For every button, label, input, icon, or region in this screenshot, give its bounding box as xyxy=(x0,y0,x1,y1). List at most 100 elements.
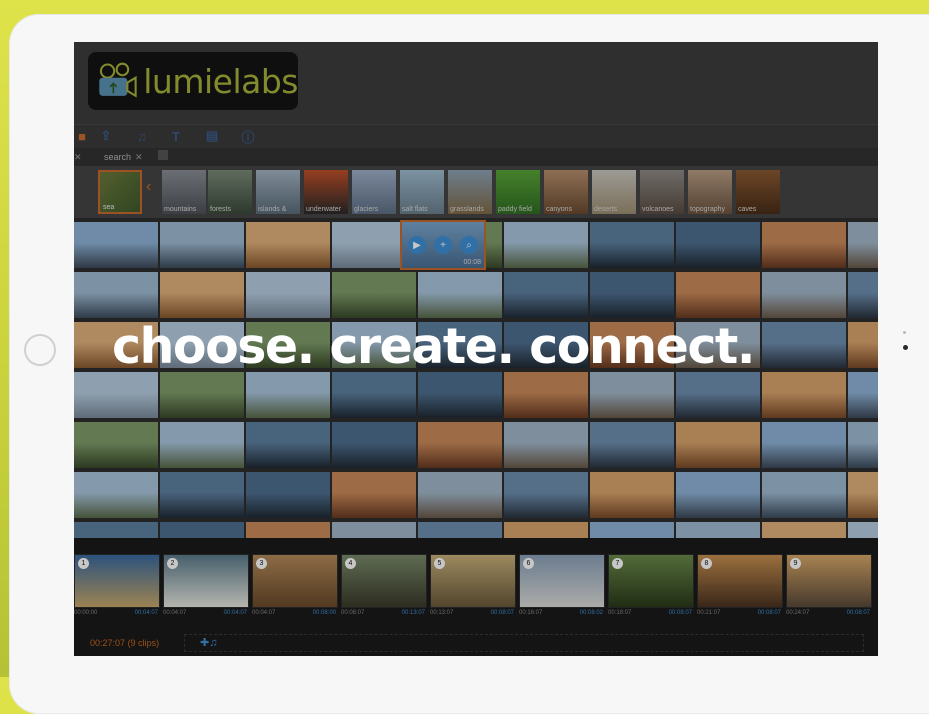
hovered-clip-card[interactable]: ▶ + ⌕ 00:08 xyxy=(400,220,486,270)
timeline-clip[interactable]: 6 xyxy=(519,554,605,608)
category-caves[interactable]: caves xyxy=(736,170,780,214)
media-thumbnail[interactable] xyxy=(160,372,244,418)
media-thumbnail[interactable] xyxy=(418,422,502,468)
media-thumbnail[interactable] xyxy=(848,322,878,368)
media-thumbnail[interactable] xyxy=(762,422,846,468)
new-tab-icon[interactable] xyxy=(158,150,168,160)
media-thumbnail[interactable] xyxy=(762,372,846,418)
document-icon[interactable]: ▤ xyxy=(204,128,220,144)
media-thumbnail[interactable] xyxy=(504,222,588,268)
category-islands[interactable]: islands & xyxy=(256,170,300,214)
menu-icon[interactable]: ■ xyxy=(74,128,90,144)
media-thumbnail[interactable] xyxy=(762,472,846,518)
media-thumbnail[interactable] xyxy=(160,272,244,318)
media-thumbnail[interactable] xyxy=(74,222,158,268)
tab-previous[interactable]: ✕ xyxy=(74,150,82,164)
category-glaciers[interactable]: glaciers xyxy=(352,170,396,214)
category-salt-flats[interactable]: salt flats xyxy=(400,170,444,214)
timeline-clip[interactable]: 8 xyxy=(697,554,783,608)
media-thumbnail[interactable] xyxy=(676,272,760,318)
media-thumbnail[interactable] xyxy=(848,522,878,538)
timeline-clip[interactable]: 5 xyxy=(430,554,516,608)
category-mountains[interactable]: mountains xyxy=(162,170,206,214)
media-thumbnail[interactable] xyxy=(74,522,158,538)
media-thumbnail[interactable] xyxy=(848,372,878,418)
media-thumbnail[interactable] xyxy=(504,472,588,518)
text-icon[interactable]: T xyxy=(168,128,184,144)
media-thumbnail[interactable] xyxy=(246,522,330,538)
media-thumbnail[interactable] xyxy=(590,522,674,538)
media-thumbnail[interactable] xyxy=(590,272,674,318)
media-thumbnail[interactable] xyxy=(332,522,416,538)
media-thumbnail[interactable] xyxy=(418,272,502,318)
media-thumbnail[interactable] xyxy=(332,372,416,418)
media-thumbnail[interactable] xyxy=(762,272,846,318)
media-thumbnail[interactable] xyxy=(590,422,674,468)
timeline-clip[interactable]: 2 xyxy=(163,554,249,608)
media-thumbnail[interactable] xyxy=(762,522,846,538)
music-icon[interactable]: ♫ xyxy=(134,128,150,144)
media-thumbnail[interactable] xyxy=(848,272,878,318)
upload-icon[interactable]: ⇪ xyxy=(98,128,114,144)
media-thumbnail[interactable] xyxy=(160,422,244,468)
media-thumbnail[interactable] xyxy=(74,272,158,318)
category-forests[interactable]: forests xyxy=(208,170,252,214)
media-thumbnail[interactable] xyxy=(848,422,878,468)
info-icon[interactable]: ⓘ xyxy=(240,128,256,145)
timeline-clip[interactable]: 1 xyxy=(74,554,160,608)
media-thumbnail[interactable] xyxy=(590,372,674,418)
timeline-clip[interactable]: 4 xyxy=(341,554,427,608)
media-thumbnail[interactable] xyxy=(74,422,158,468)
media-thumbnail[interactable] xyxy=(590,222,674,268)
scroll-left-icon[interactable]: ‹ xyxy=(146,178,151,196)
media-thumbnail[interactable] xyxy=(246,422,330,468)
zoom-icon[interactable]: ⌕ xyxy=(460,236,478,254)
media-thumbnail[interactable] xyxy=(74,472,158,518)
add-icon[interactable]: + xyxy=(434,236,452,254)
media-thumbnail[interactable] xyxy=(848,222,878,268)
media-thumbnail[interactable] xyxy=(332,272,416,318)
media-thumbnail[interactable] xyxy=(246,472,330,518)
category-volcanoes[interactable]: volcanoes xyxy=(640,170,684,214)
category-underwater[interactable]: underwater xyxy=(304,170,348,214)
media-thumbnail[interactable] xyxy=(418,472,502,518)
media-thumbnail[interactable] xyxy=(332,422,416,468)
media-thumbnail[interactable] xyxy=(160,472,244,518)
category-grasslands[interactable]: grasslands xyxy=(448,170,492,214)
media-thumbnail[interactable] xyxy=(160,222,244,268)
media-thumbnail[interactable] xyxy=(504,522,588,538)
media-thumbnail[interactable] xyxy=(246,372,330,418)
media-thumbnail[interactable] xyxy=(332,472,416,518)
timeline-clip[interactable]: 7 xyxy=(608,554,694,608)
media-thumbnail[interactable] xyxy=(504,272,588,318)
close-icon[interactable]: ✕ xyxy=(135,152,143,163)
category-canyons[interactable]: canyons xyxy=(544,170,588,214)
media-thumbnail[interactable] xyxy=(762,222,846,268)
media-thumbnail[interactable] xyxy=(418,372,502,418)
timeline-clip[interactable]: 3 xyxy=(252,554,338,608)
category-paddy-field[interactable]: paddy field xyxy=(496,170,540,214)
audio-track[interactable] xyxy=(184,634,864,652)
media-thumbnail[interactable] xyxy=(676,472,760,518)
media-thumbnail[interactable] xyxy=(504,372,588,418)
media-thumbnail[interactable] xyxy=(676,422,760,468)
media-thumbnail[interactable] xyxy=(74,372,158,418)
selected-category[interactable]: sea xyxy=(98,170,142,214)
media-thumbnail[interactable] xyxy=(676,372,760,418)
play-icon[interactable]: ▶ xyxy=(408,236,426,254)
media-thumbnail[interactable] xyxy=(848,472,878,518)
add-audio-icon[interactable]: ✚♫ xyxy=(200,636,217,649)
media-thumbnail[interactable] xyxy=(246,272,330,318)
media-thumbnail[interactable] xyxy=(676,222,760,268)
media-thumbnail[interactable] xyxy=(676,522,760,538)
media-thumbnail[interactable] xyxy=(246,222,330,268)
timeline-clip[interactable]: 9 xyxy=(786,554,872,608)
category-deserts[interactable]: deserts xyxy=(592,170,636,214)
close-icon[interactable]: ✕ xyxy=(74,152,82,163)
brand-logo[interactable]: lumielabs xyxy=(88,52,298,110)
media-thumbnail[interactable] xyxy=(762,322,846,368)
media-thumbnail[interactable] xyxy=(160,522,244,538)
media-thumbnail[interactable] xyxy=(590,472,674,518)
category-topography[interactable]: topography xyxy=(688,170,732,214)
tab-search[interactable]: search ✕ xyxy=(104,150,143,164)
